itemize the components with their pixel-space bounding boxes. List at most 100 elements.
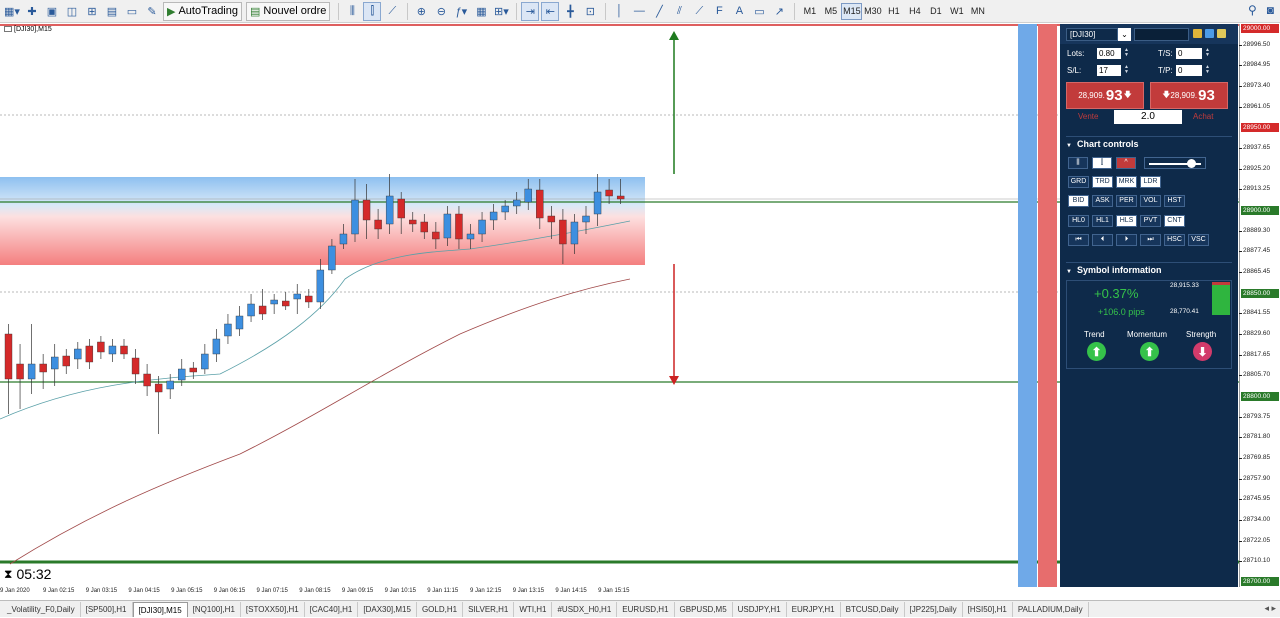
zoom-out-icon[interactable]: ⊖ <box>432 2 450 21</box>
line-chart-icon[interactable]: ⟋ <box>383 2 401 21</box>
chevron-down-icon[interactable]: ⌄ <box>1118 28 1131 41</box>
ts-spinner-icon[interactable]: ▲ ▼ <box>1205 48 1210 59</box>
auto-scroll-icon[interactable]: ⇥ <box>521 1 540 21</box>
zoom-slider[interactable] <box>1144 157 1206 169</box>
terminal-icon[interactable]: ▭ <box>123 2 141 21</box>
step-forward-icon[interactable]: ⏵ <box>1116 234 1137 246</box>
trade-levels-toggle[interactable]: TRD <box>1092 176 1113 188</box>
chart-controls-header[interactable]: ▼ Chart controls <box>1066 136 1232 150</box>
lock-icon[interactable] <box>1217 29 1226 38</box>
chart-tab[interactable]: GBPUSD,M5 <box>675 601 733 617</box>
tab-scroll-icon[interactable]: ◂ ▸ <box>1264 603 1276 614</box>
timeframe-d1[interactable]: D1 <box>925 3 946 20</box>
chart-tab[interactable]: [DAX30],M15 <box>358 601 417 617</box>
timeframe-w1[interactable]: W1 <box>946 3 967 20</box>
gann-icon[interactable]: ⟋ <box>690 2 708 21</box>
navigator-icon[interactable]: ▤ <box>103 2 121 21</box>
volume-toggle[interactable]: VOL <box>1140 195 1161 207</box>
symbol-select[interactable]: [DJI30] <box>1066 28 1118 41</box>
add-icon[interactable]: ✚ <box>23 2 41 21</box>
text-icon[interactable]: A <box>730 2 748 21</box>
hl0-toggle[interactable]: HL0 <box>1068 215 1089 227</box>
sl-input[interactable]: 17 <box>1097 65 1121 76</box>
timeframe-m1[interactable]: M1 <box>799 3 820 20</box>
chart-tab[interactable]: [HSI50],H1 <box>963 601 1013 617</box>
bar-mode-icon[interactable]: ⫼ <box>1068 157 1088 169</box>
price-axis[interactable]: 29000.00 28996.50 28984.95 28973.40 28961.05… <box>1238 24 1280 587</box>
bar-chart-icon[interactable]: ⫼ <box>343 2 361 21</box>
chart-tab[interactable]: [STOXX50],H1 <box>241 601 305 617</box>
new-chart-icon[interactable]: ▦▾ <box>3 2 21 21</box>
symbol-information-header[interactable]: ▼ Symbol information <box>1066 262 1232 276</box>
lots-input[interactable]: 0.80 <box>1097 48 1121 59</box>
hscale-toggle[interactable]: HSC <box>1164 234 1185 246</box>
market-toggle[interactable]: MRK <box>1116 176 1137 188</box>
step-back-icon[interactable]: ⏴ <box>1092 234 1113 246</box>
crosshair-icon[interactable]: ╋ <box>561 2 579 21</box>
hls-toggle[interactable]: HLS <box>1116 215 1137 227</box>
ladder-toggle[interactable]: LDR <box>1140 176 1161 188</box>
horizontal-line-icon[interactable]: — <box>630 2 648 21</box>
channel-icon[interactable]: ⫽ <box>670 2 688 21</box>
chart-tab[interactable]: _Volatility_F0,Daily <box>2 601 81 617</box>
chart-tab[interactable]: SILVER,H1 <box>463 601 515 617</box>
chart-tab[interactable]: [NQ100],H1 <box>188 601 241 617</box>
slider-knob[interactable] <box>1187 159 1196 168</box>
ask-toggle[interactable]: ASK <box>1092 195 1113 207</box>
label-icon[interactable]: ▭ <box>750 2 768 21</box>
chart-tab[interactable]: EURJPY,H1 <box>787 601 841 617</box>
settings-icon[interactable] <box>1193 29 1202 38</box>
chart-tab[interactable]: WTI,H1 <box>514 601 553 617</box>
tile-windows-icon[interactable]: ▦ <box>472 2 490 21</box>
chart-tab[interactable]: [JP225],Daily <box>905 601 963 617</box>
indicators-icon[interactable]: ƒ▾ <box>452 2 470 21</box>
line-mode-icon[interactable]: ^ <box>1116 157 1136 169</box>
templates-icon[interactable]: ⊞▾ <box>492 2 510 21</box>
chart-tab[interactable]: PALLADIUM,Daily <box>1013 601 1089 617</box>
chart-tab[interactable]: [SP500],H1 <box>81 601 133 617</box>
volume-input[interactable]: 2.0 <box>1114 110 1182 124</box>
cursor-icon[interactable]: │ <box>610 2 628 21</box>
timeframe-m30[interactable]: M30 <box>862 3 883 20</box>
info-icon[interactable] <box>1205 29 1214 38</box>
chart-shift-icon[interactable]: ⇤ <box>541 1 560 21</box>
candle-mode-icon[interactable]: ⫿ <box>1092 157 1112 169</box>
chart-tab[interactable]: EURUSD,H1 <box>617 601 675 617</box>
buy-button[interactable]: 🡇 28,909. 93 <box>1150 82 1228 109</box>
zoom-in-icon[interactable]: ⊕ <box>412 2 430 21</box>
skip-start-icon[interactable]: ⏮ <box>1068 234 1089 246</box>
chart-tab[interactable]: [CAC40],H1 <box>305 601 359 617</box>
countdown-toggle[interactable]: CNT <box>1164 215 1185 227</box>
timeframe-mn[interactable]: MN <box>967 3 988 20</box>
history-toggle[interactable]: HST <box>1164 195 1185 207</box>
timeframe-h1[interactable]: H1 <box>883 3 904 20</box>
ts-input[interactable]: 0 <box>1176 48 1202 59</box>
candlestick-icon[interactable]: ⫿ <box>363 1 382 21</box>
chart-tab[interactable]: #USDX_H0,H1 <box>552 601 618 617</box>
trendline-icon[interactable]: ╱ <box>650 2 668 21</box>
vscale-toggle[interactable]: VSC <box>1188 234 1209 246</box>
tp-input[interactable]: 0 <box>1176 65 1202 76</box>
search-icon[interactable]: ⚲ <box>1248 3 1257 17</box>
profiles-icon[interactable]: ▣ <box>43 2 61 21</box>
periodicity-icon[interactable]: ⊡ <box>581 2 599 21</box>
timeframe-h4[interactable]: H4 <box>904 3 925 20</box>
chart-tab[interactable]: BTCUSD,Daily <box>841 601 905 617</box>
period-toggle[interactable]: PER <box>1116 195 1137 207</box>
data-window-icon[interactable]: ⊞ <box>83 2 101 21</box>
chart-tab[interactable]: USDJPY,H1 <box>733 601 787 617</box>
new-order-button[interactable]: ▤ Nouvel ordre <box>246 1 331 21</box>
symbol-search-input[interactable] <box>1134 28 1189 41</box>
time-axis[interactable]: 9 Jan 2020 9 Jan 02:15 9 Jan 03:15 9 Jan 04… <box>0 587 1240 598</box>
chart-tab[interactable]: [DJI30],M15 <box>132 601 188 617</box>
chat-icon[interactable]: ◙ <box>1267 3 1274 17</box>
chart-tab[interactable]: GOLD,H1 <box>417 601 464 617</box>
arrows-icon[interactable]: ↗ <box>770 2 788 21</box>
skip-end-icon[interactable]: ⏭ <box>1140 234 1161 246</box>
autotrading-button[interactable]: ▶ AutoTrading <box>163 1 242 21</box>
grid-toggle[interactable]: GRD <box>1068 176 1089 188</box>
lots-spinner-icon[interactable]: ▲ ▼ <box>1124 48 1129 59</box>
sl-spinner-icon[interactable]: ▲ ▼ <box>1124 65 1129 76</box>
tp-spinner-icon[interactable]: ▲ ▼ <box>1205 65 1210 76</box>
hl1-toggle[interactable]: HL1 <box>1092 215 1113 227</box>
